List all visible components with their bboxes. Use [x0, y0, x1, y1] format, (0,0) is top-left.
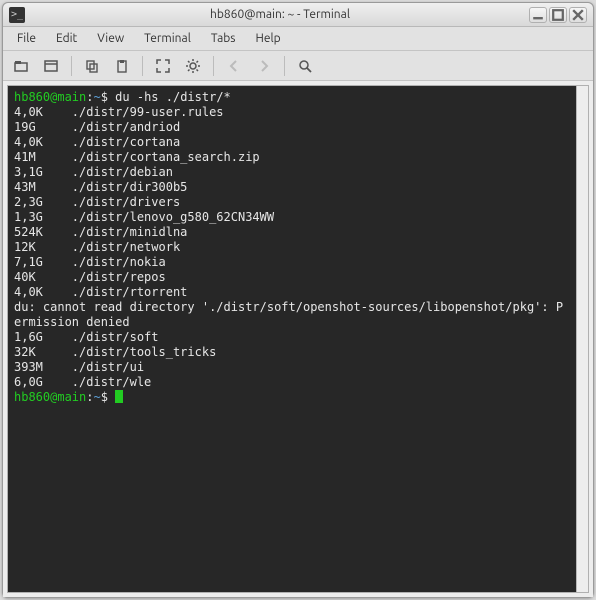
next-tab-button: [252, 54, 276, 78]
toolbar-separator: [71, 56, 72, 76]
new-window-button[interactable]: [39, 54, 63, 78]
terminal-frame: hb860@main:~$ du -hs ./distr/* 4,0K ./di…: [3, 81, 593, 597]
search-button[interactable]: [293, 54, 317, 78]
menu-terminal[interactable]: Terminal: [136, 30, 199, 47]
fullscreen-icon: [155, 58, 171, 74]
menubar: FileEditViewTerminalTabsHelp: [3, 27, 593, 51]
minimize-button[interactable]: [529, 7, 547, 23]
copy-button[interactable]: [80, 54, 104, 78]
minimize-icon: [530, 7, 546, 23]
prev-tab-button: [222, 54, 246, 78]
new-tab-button[interactable]: [9, 54, 33, 78]
close-button[interactable]: [569, 7, 587, 23]
terminal-window: >_ hb860@main: ~ - Terminal FileEditView…: [2, 2, 594, 598]
menu-tabs[interactable]: Tabs: [203, 30, 244, 47]
titlebar[interactable]: >_ hb860@main: ~ - Terminal: [3, 3, 593, 27]
toolbar: [3, 51, 593, 81]
scrollbar[interactable]: [576, 86, 588, 592]
search-icon: [297, 58, 313, 74]
maximize-button[interactable]: [549, 7, 567, 23]
toolbar-separator: [284, 56, 285, 76]
toolbar-separator: [142, 56, 143, 76]
app-icon: >_: [9, 7, 25, 23]
copy-icon: [84, 58, 100, 74]
settings-icon: [185, 58, 201, 74]
maximize-icon: [550, 7, 566, 23]
toolbar-separator: [213, 56, 214, 76]
settings-button[interactable]: [181, 54, 205, 78]
next-tab-icon: [256, 58, 272, 74]
fullscreen-button[interactable]: [151, 54, 175, 78]
cursor: [115, 390, 123, 403]
window-title: hb860@main: ~ - Terminal: [31, 8, 529, 21]
menu-edit[interactable]: Edit: [48, 30, 85, 47]
terminal-viewport: hb860@main:~$ du -hs ./distr/* 4,0K ./di…: [7, 85, 589, 593]
new-tab-icon: [13, 58, 29, 74]
menu-help[interactable]: Help: [247, 30, 288, 47]
close-icon: [570, 7, 586, 23]
menu-view[interactable]: View: [89, 30, 132, 47]
paste-icon: [114, 58, 130, 74]
terminal-output[interactable]: hb860@main:~$ du -hs ./distr/* 4,0K ./di…: [8, 86, 576, 592]
menu-file[interactable]: File: [9, 30, 44, 47]
prev-tab-icon: [226, 58, 242, 74]
paste-button[interactable]: [110, 54, 134, 78]
new-window-icon: [43, 58, 59, 74]
